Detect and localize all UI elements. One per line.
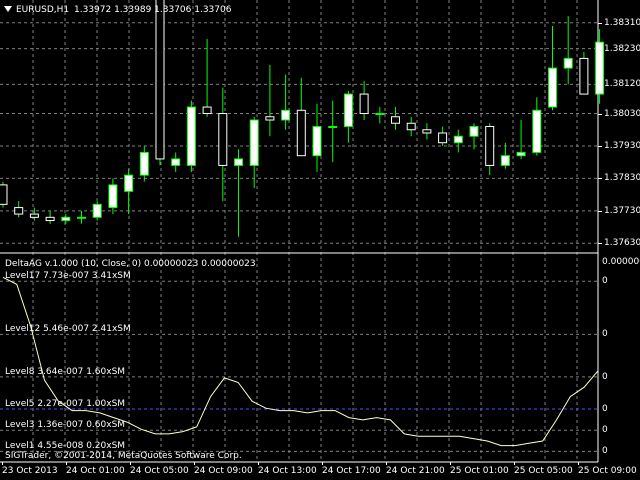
price-tick	[598, 48, 602, 50]
price-tick	[598, 210, 602, 212]
indicator-axis-top-value: 0.0000000	[602, 257, 640, 267]
time-tick	[386, 462, 387, 465]
indicator-axis-value: 0	[602, 403, 608, 414]
time-label: 24 Oct 09:00	[194, 466, 253, 476]
candle-body	[202, 106, 212, 115]
candle-body	[124, 174, 134, 192]
indicator-level-label: Level5 2.27e-007 1.00xSM	[5, 398, 126, 409]
candle-body	[579, 57, 589, 95]
candle-body	[92, 203, 102, 218]
price-label: 1.38120	[604, 79, 640, 90]
time-label: 24 Oct 01:00	[66, 466, 125, 476]
candle-body	[108, 184, 118, 209]
time-tick	[514, 462, 515, 465]
time-tick	[194, 462, 195, 465]
candle-body	[343, 93, 353, 127]
price-tick	[598, 84, 602, 86]
price-label: 1.37630	[604, 238, 640, 249]
time-label: 24 Oct 17:00	[322, 466, 381, 476]
indicator-level-label: Level17 7.73e-007 3.41xSM	[5, 271, 131, 282]
ohlc-readout: 1.33972 1.33989 1.33706 1.33706	[74, 5, 232, 15]
candle-body	[359, 93, 369, 115]
time-tick	[130, 462, 131, 465]
price-tick	[598, 113, 602, 115]
price-label: 1.37730	[604, 205, 640, 216]
time-tick	[322, 462, 323, 465]
price-label: 1.38030	[604, 108, 640, 119]
candle-body	[485, 126, 495, 166]
chart-grid	[0, 0, 598, 462]
price-label: 1.38310	[604, 17, 640, 28]
time-tick	[578, 462, 579, 465]
candle-body	[281, 109, 291, 121]
indicator-level-label: Level3 1.36e-007 0.60xSM	[5, 420, 126, 431]
time-label: 25 Oct 05:00	[514, 466, 573, 476]
candle-body	[548, 67, 557, 108]
price-tick	[598, 145, 602, 147]
price-label: 1.37930	[604, 140, 640, 151]
candle-body	[563, 57, 573, 69]
candle-body	[14, 207, 24, 215]
candle-body	[296, 109, 306, 157]
candle-body	[45, 216, 55, 222]
candle-body	[77, 216, 86, 219]
candle-body	[595, 41, 605, 95]
price-label: 1.37830	[604, 173, 640, 184]
candle-body	[375, 113, 385, 116]
candle-body	[249, 119, 259, 166]
price-tick	[598, 243, 602, 245]
candle-body	[234, 158, 243, 166]
candle-body	[532, 109, 542, 153]
candle-body	[61, 216, 71, 222]
candle-body	[422, 129, 432, 134]
time-label: 24 Oct 13:00	[258, 466, 317, 476]
indicator-level-label: Level12 5.46e-007 2.41xSM	[5, 324, 131, 335]
time-label: 25 Oct 09:00	[578, 466, 637, 476]
indicator-axis-value: 0	[602, 329, 608, 340]
indicator-level-label: Level8 3.64e-007 1.60xSM	[5, 366, 126, 377]
time-tick	[450, 462, 451, 465]
price-tick	[598, 178, 602, 180]
candle-body	[171, 158, 181, 166]
candle-body	[500, 155, 510, 166]
symbol-info: EURUSD,H1	[16, 5, 70, 15]
price-candles	[0, 0, 605, 237]
indicator-axis-value: 0	[602, 446, 608, 457]
indicator-axis-value: 0	[602, 371, 608, 382]
candle-body	[391, 116, 400, 124]
time-label: 23 Oct 2013	[2, 466, 58, 476]
time-tick	[2, 462, 3, 465]
candle-body	[29, 213, 39, 218]
time-label: 24 Oct 21:00	[386, 466, 445, 476]
price-label: 1.38230	[604, 43, 640, 54]
time-tick	[258, 462, 259, 465]
candle-body	[265, 116, 275, 121]
candle-body	[0, 184, 8, 205]
candle-body	[328, 126, 338, 128]
candle-body	[155, 0, 165, 160]
candle-body	[186, 106, 196, 166]
price-tick	[598, 22, 602, 24]
candle-body	[218, 113, 228, 166]
candle-body	[406, 122, 416, 131]
candle-body	[312, 126, 322, 157]
indicator-axis-value: 0	[602, 276, 608, 287]
time-label: 24 Oct 05:00	[130, 466, 189, 476]
indicator-axis-value: 0	[602, 425, 608, 436]
time-tick	[66, 462, 67, 465]
chart-menu-icon[interactable]	[4, 6, 12, 12]
copyright-text: SIGTrader, ©2001-2014, MetaQuotes Softwa…	[5, 451, 242, 461]
candle-body	[469, 126, 479, 137]
indicator-level-label: Level1 4.55e-008 0.20xSM	[5, 441, 126, 452]
candle-body	[453, 135, 463, 144]
time-label: 25 Oct 01:00	[450, 466, 509, 476]
candle-body	[139, 151, 149, 176]
indicator-title: DeltaAG v.1.000 (10, Close, 0) 0.0000002…	[5, 259, 256, 269]
candle-body	[516, 151, 526, 157]
candle-body	[438, 132, 448, 144]
